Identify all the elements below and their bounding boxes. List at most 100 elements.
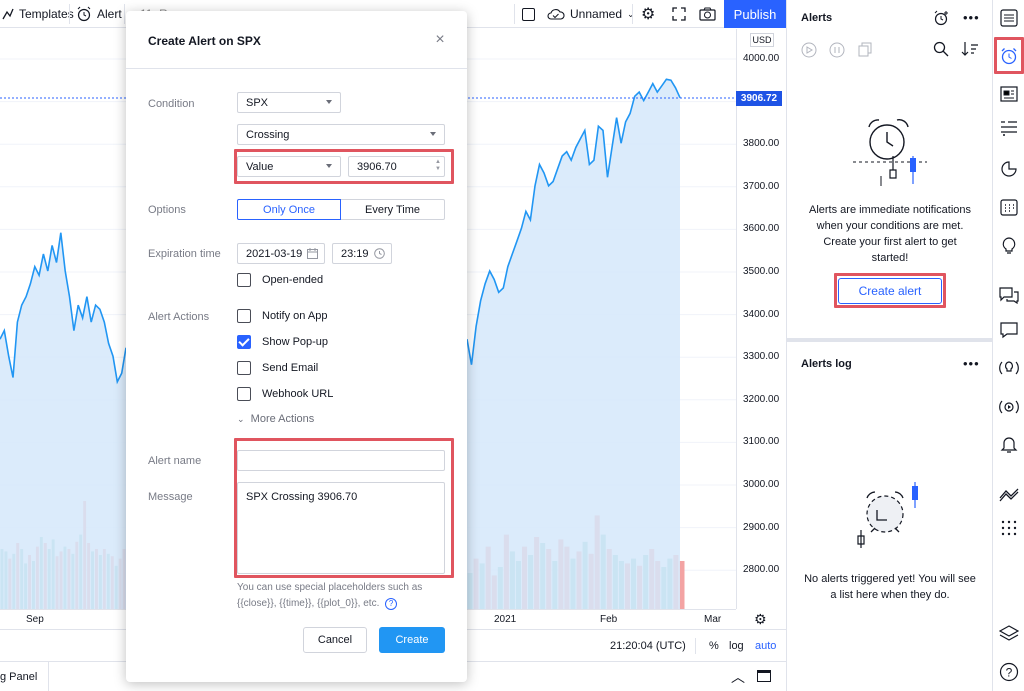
cloud-check-icon <box>547 9 565 20</box>
help-question-icon[interactable]: ? <box>997 660 1021 684</box>
layout-name-button[interactable]: Unnamed ⌄ <box>547 0 635 28</box>
publish-button[interactable]: Publish <box>724 0 786 28</box>
alert-name-input[interactable] <box>237 450 445 471</box>
right-sidebar: ? <box>992 0 1024 691</box>
create-alert-button[interactable]: Create alert <box>838 278 942 304</box>
cancel-button[interactable]: Cancel <box>303 627 367 653</box>
copy-icon[interactable] <box>857 42 873 58</box>
trading-panel-tab[interactable]: g Panel <box>0 671 37 683</box>
templates-icon <box>2 8 14 20</box>
trend-chart-icon[interactable] <box>997 482 1021 506</box>
price-tick: 3000.00 <box>743 479 780 490</box>
search-icon[interactable] <box>933 41 949 57</box>
only-once-option[interactable]: Only Once <box>237 199 341 220</box>
help-icon[interactable]: ? <box>385 598 398 610</box>
snapshot-button[interactable] <box>699 0 716 28</box>
currency-button[interactable]: USD <box>750 33 774 47</box>
send-email-label: Send Email <box>262 362 319 374</box>
value-type-value: Value <box>246 160 274 173</box>
data-window-icon[interactable] <box>997 116 1021 140</box>
alerts-title: Alerts <box>801 12 833 24</box>
price-tick: 3500.00 <box>743 266 780 277</box>
price-tick: 2900.00 <box>743 521 780 533</box>
dialog-header: Create Alert on SPX × <box>126 11 467 69</box>
fullscreen-button[interactable] <box>672 0 686 28</box>
clock-icon <box>374 248 385 259</box>
alerts-empty-text-4: started! <box>871 252 909 264</box>
alert-name-label: Alert name <box>148 455 202 467</box>
caret-down-icon <box>326 164 332 168</box>
log-toggle[interactable]: log <box>729 640 744 652</box>
alert-button[interactable]: Alert <box>76 0 122 28</box>
every-time-option[interactable]: Every Time <box>341 199 445 220</box>
news-icon[interactable] <box>997 82 1021 106</box>
placeholder-hint-examples: {{close}}, {{time}}, {{plot_0}}, etc. ? <box>237 598 398 610</box>
time-value: 23:19 <box>341 247 369 260</box>
message-label: Message <box>148 491 193 503</box>
notify-app-label: Notify on App <box>262 310 328 322</box>
alerts-empty-text-1: Alerts are immediate notifications <box>808 204 971 216</box>
fullscreen-square-button[interactable] <box>522 0 535 28</box>
webhook-label: Webhook URL <box>262 388 334 400</box>
value-type-select[interactable]: Value <box>237 156 341 177</box>
price-tick: 3400.00 <box>743 308 780 320</box>
more-actions-toggle[interactable]: ⌄ More Actions <box>237 413 314 425</box>
notify-app-checkbox[interactable] <box>237 309 251 323</box>
options-label: Options <box>148 204 186 216</box>
stepper-icon[interactable]: ▲ ▼ <box>435 159 441 173</box>
alerts-log-more-icon[interactable]: ••• <box>963 356 980 371</box>
divider <box>124 4 125 24</box>
templates-button[interactable]: Templates <box>2 0 74 28</box>
settings-gear-icon[interactable]: ⚙ <box>641 0 655 28</box>
notifications-bell-icon[interactable] <box>997 433 1021 457</box>
message-textarea[interactable]: SPX Crossing 3906.70 <box>237 482 445 574</box>
price-tick: 4000.00 <box>743 53 780 64</box>
alert-actions-label: Alert Actions <box>148 311 210 323</box>
auto-toggle[interactable]: auto <box>755 640 776 652</box>
chart-settings-icon[interactable]: ⚙ <box>754 611 767 628</box>
webhook-checkbox[interactable] <box>237 387 251 401</box>
alerts-more-icon[interactable]: ••• <box>963 10 980 25</box>
send-email-checkbox[interactable] <box>237 361 251 375</box>
chat-bubble-icon[interactable] <box>997 318 1021 342</box>
streams-icon[interactable] <box>997 356 1021 380</box>
symbol-select[interactable]: SPX <box>237 92 341 113</box>
expiration-time-input[interactable]: 23:19 <box>332 243 392 264</box>
symbol-value: SPX <box>246 96 269 109</box>
maximize-panel-icon[interactable] <box>757 670 771 682</box>
percent-toggle[interactable]: % <box>709 640 719 652</box>
pause-circle-icon[interactable] <box>829 42 845 58</box>
open-ended-checkbox[interactable] <box>237 273 251 287</box>
price-axis[interactable]: 4000.003900.003800.003700.003600.003500.… <box>736 29 786 609</box>
alerts-empty-text-3: Create your first alert to get <box>823 236 957 248</box>
play-circle-icon[interactable] <box>801 42 817 58</box>
expiration-date-input[interactable]: 2021-03-19 <box>237 243 325 264</box>
chats-icon[interactable] <box>997 283 1021 307</box>
broadcast-play-icon[interactable] <box>997 395 1021 419</box>
time-tick: Sep <box>26 614 44 625</box>
chevron-down-icon: ⌄ <box>237 414 245 424</box>
alerts-sidebar-icon[interactable] <box>997 44 1021 68</box>
calendar-sidebar-icon[interactable] <box>997 195 1021 219</box>
alerts-log-empty-text-1: No alerts triggered yet! You will see <box>804 573 976 585</box>
svg-text:?: ? <box>1006 666 1013 680</box>
create-button[interactable]: Create <box>379 627 445 653</box>
alarm-clock-icon <box>77 6 91 22</box>
watchlist-icon[interactable] <box>997 6 1021 30</box>
sort-icon[interactable] <box>961 41 979 57</box>
dots-grid-icon[interactable] <box>997 516 1021 540</box>
alerts-panel: Alerts ••• Alerts are immediate notifica… <box>786 0 993 691</box>
value-input[interactable]: 3906.70 ▲ ▼ <box>348 156 445 177</box>
hotlist-icon[interactable] <box>997 157 1021 181</box>
price-tick: 3600.00 <box>743 223 780 235</box>
alarm-illustration-icon <box>853 119 927 186</box>
templates-label: Templates <box>19 7 74 21</box>
ideas-lightbulb-icon[interactable] <box>997 234 1021 258</box>
condition-type-select[interactable]: Crossing <box>237 124 445 145</box>
layers-icon[interactable] <box>997 622 1021 646</box>
chevron-up-icon[interactable]: ︿ <box>731 667 745 687</box>
show-popup-checkbox[interactable] <box>237 335 251 349</box>
add-alarm-icon[interactable] <box>933 9 951 27</box>
close-icon[interactable]: × <box>431 31 449 49</box>
condition-type-value: Crossing <box>246 128 290 141</box>
